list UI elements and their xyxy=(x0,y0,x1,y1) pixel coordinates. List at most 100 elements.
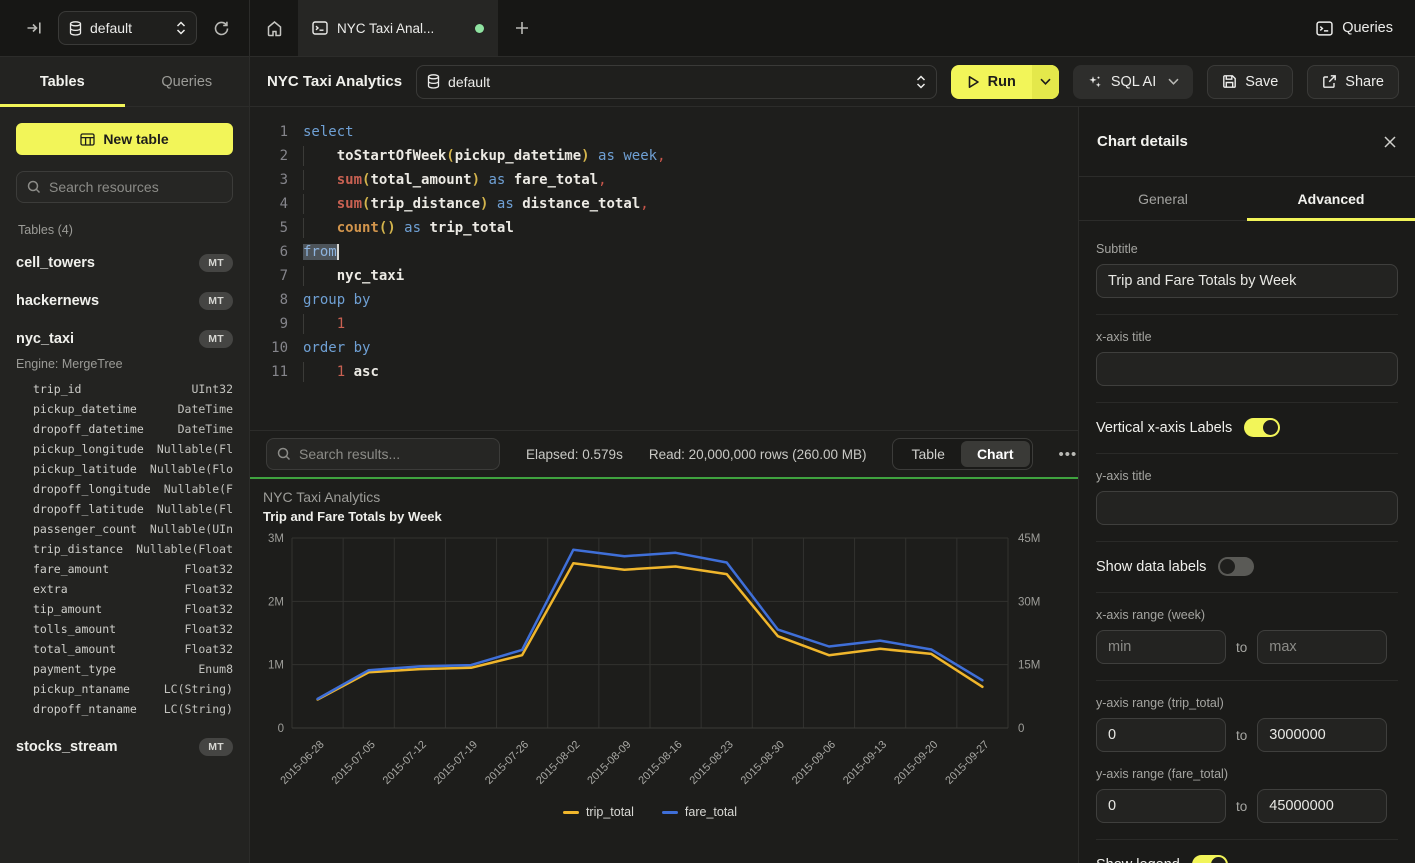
engine-badge: MT xyxy=(199,738,233,756)
table-item-stocks-stream[interactable]: stocks_stream MT xyxy=(16,735,233,759)
column-row[interactable]: total_amountFloat32 xyxy=(16,639,233,659)
view-toggle-chart[interactable]: Chart xyxy=(961,441,1030,467)
svg-text:0: 0 xyxy=(1018,723,1024,735)
column-row[interactable]: pickup_longitudeNullable(Fl xyxy=(16,439,233,459)
column-row[interactable]: extraFloat32 xyxy=(16,579,233,599)
xaxis-title-input[interactable] xyxy=(1096,352,1398,386)
vertical-labels-toggle[interactable] xyxy=(1244,418,1280,437)
ellipsis-icon: ••• xyxy=(1059,446,1078,463)
results-search-input[interactable] xyxy=(299,446,489,462)
new-table-button[interactable]: New table xyxy=(16,123,233,155)
svg-text:3M: 3M xyxy=(268,533,284,545)
database-icon xyxy=(69,21,82,36)
svg-text:45M: 45M xyxy=(1018,533,1040,545)
column-row[interactable]: passenger_countNullable(UIn xyxy=(16,519,233,539)
engine-badge: MT xyxy=(199,292,233,310)
yaxis-range-trip-max-input[interactable] xyxy=(1257,718,1387,752)
tab-nyc-taxi-analytics[interactable]: NYC Taxi Anal... xyxy=(298,0,498,56)
share-icon xyxy=(1322,74,1337,89)
query-database-value: default xyxy=(448,74,908,90)
home-button[interactable] xyxy=(250,0,298,56)
column-row[interactable]: dropoff_latitudeNullable(Fl xyxy=(16,499,233,519)
svg-text:2015-07-26: 2015-07-26 xyxy=(483,739,531,787)
toggle-knob xyxy=(1220,559,1235,574)
save-button[interactable]: Save xyxy=(1207,65,1293,99)
queries-top-button[interactable]: Queries xyxy=(1316,20,1393,36)
svg-text:1M: 1M xyxy=(268,660,284,672)
column-row[interactable]: dropoff_datetimeDateTime xyxy=(16,419,233,439)
sql-ai-button[interactable]: SQL AI xyxy=(1073,65,1193,99)
plus-icon xyxy=(515,21,529,35)
column-row[interactable]: tolls_amountFloat32 xyxy=(16,619,233,639)
top-bar-left: default xyxy=(0,0,250,56)
svg-text:2015-09-06: 2015-09-06 xyxy=(790,739,838,787)
sql-editor[interactable]: 1select2 toStartOfWeek(pickup_datetime) … xyxy=(250,107,1078,430)
table-item-cell-towers[interactable]: cell_towers MT xyxy=(16,251,233,275)
column-row[interactable]: dropoff_longitudeNullable(F xyxy=(16,479,233,499)
legend-item-trip_total[interactable]: trip_total xyxy=(563,805,634,819)
more-options-button[interactable]: ••• xyxy=(1059,446,1078,463)
share-button[interactable]: Share xyxy=(1307,65,1399,99)
data-labels-label: Show data labels xyxy=(1096,559,1206,575)
tab-advanced[interactable]: Advanced xyxy=(1247,177,1415,220)
column-row[interactable]: fare_amountFloat32 xyxy=(16,559,233,579)
sidebar-tab-queries[interactable]: Queries xyxy=(125,57,250,106)
collapse-sidebar-button[interactable] xyxy=(20,14,48,42)
xaxis-range-min-input[interactable] xyxy=(1096,630,1226,664)
yaxis-title-input[interactable] xyxy=(1096,491,1398,525)
database-selector[interactable]: default xyxy=(58,11,197,45)
yaxis-range-fare-max-input[interactable] xyxy=(1257,789,1387,823)
column-row[interactable]: trip_idUInt32 xyxy=(16,379,233,399)
sidebar-tabs: Tables Queries xyxy=(0,57,250,106)
column-row[interactable]: pickup_datetimeDateTime xyxy=(16,399,233,419)
sparkles-icon xyxy=(1087,74,1103,90)
toggle-knob xyxy=(1263,420,1278,435)
column-row[interactable]: pickup_ntanameLC(String) xyxy=(16,679,233,699)
queries-top-label: Queries xyxy=(1342,20,1393,36)
yaxis-range-trip-min-input[interactable] xyxy=(1096,718,1226,752)
show-legend-toggle[interactable] xyxy=(1192,855,1228,863)
chart-details-title: Chart details xyxy=(1097,133,1188,150)
close-panel-button[interactable] xyxy=(1383,135,1397,149)
run-options-caret[interactable] xyxy=(1032,65,1059,99)
subtitle-input[interactable] xyxy=(1096,264,1398,298)
save-icon xyxy=(1222,74,1237,89)
column-row[interactable]: pickup_latitudeNullable(Flo xyxy=(16,459,233,479)
table-item-nyc-taxi[interactable]: nyc_taxi MT xyxy=(16,327,233,351)
tab-general[interactable]: General xyxy=(1079,177,1247,220)
svg-text:2015-06-28: 2015-06-28 xyxy=(278,739,326,787)
resource-search xyxy=(16,171,233,203)
view-toggle-table[interactable]: Table xyxy=(895,441,960,467)
svg-text:2015-09-13: 2015-09-13 xyxy=(841,739,889,787)
to-label: to xyxy=(1234,640,1249,655)
column-row[interactable]: trip_distanceNullable(Float xyxy=(16,539,233,559)
toggle-knob xyxy=(1211,857,1226,863)
svg-text:2015-08-09: 2015-08-09 xyxy=(585,739,633,787)
xaxis-range-max-input[interactable] xyxy=(1257,630,1387,664)
chart-details-body: Subtitle x-axis title Vertical x-axis La… xyxy=(1079,221,1415,863)
resource-search-input[interactable] xyxy=(49,179,230,195)
subtitle-group: Subtitle xyxy=(1096,227,1398,314)
engine-badge: MT xyxy=(199,330,233,348)
yaxis-range-fare-min-input[interactable] xyxy=(1096,789,1226,823)
legend-item-fare_total[interactable]: fare_total xyxy=(662,805,737,819)
run-button[interactable]: Run xyxy=(951,65,1059,99)
refresh-button[interactable] xyxy=(207,14,235,42)
query-database-selector[interactable]: default xyxy=(416,65,937,99)
column-row[interactable]: payment_typeEnum8 xyxy=(16,659,233,679)
chevron-updown-icon xyxy=(176,21,186,35)
new-table-label: New table xyxy=(103,131,168,147)
svg-text:2015-07-05: 2015-07-05 xyxy=(330,739,378,787)
show-legend-group: Show legend xyxy=(1096,839,1398,863)
chart-legend: trip_total fare_total xyxy=(292,805,1008,819)
terminal-icon xyxy=(312,21,328,35)
new-tab-button[interactable] xyxy=(498,0,546,56)
data-labels-toggle[interactable] xyxy=(1218,557,1254,576)
column-row[interactable]: dropoff_ntanameLC(String) xyxy=(16,699,233,719)
table-item-hackernews[interactable]: hackernews MT xyxy=(16,289,233,313)
engine-label: Engine: MergeTree xyxy=(16,357,233,371)
rows-read: Read: 20,000,000 rows (260.00 MB) xyxy=(649,447,867,462)
svg-text:2015-07-12: 2015-07-12 xyxy=(381,739,429,787)
sidebar-tab-tables[interactable]: Tables xyxy=(0,57,125,106)
column-row[interactable]: tip_amountFloat32 xyxy=(16,599,233,619)
